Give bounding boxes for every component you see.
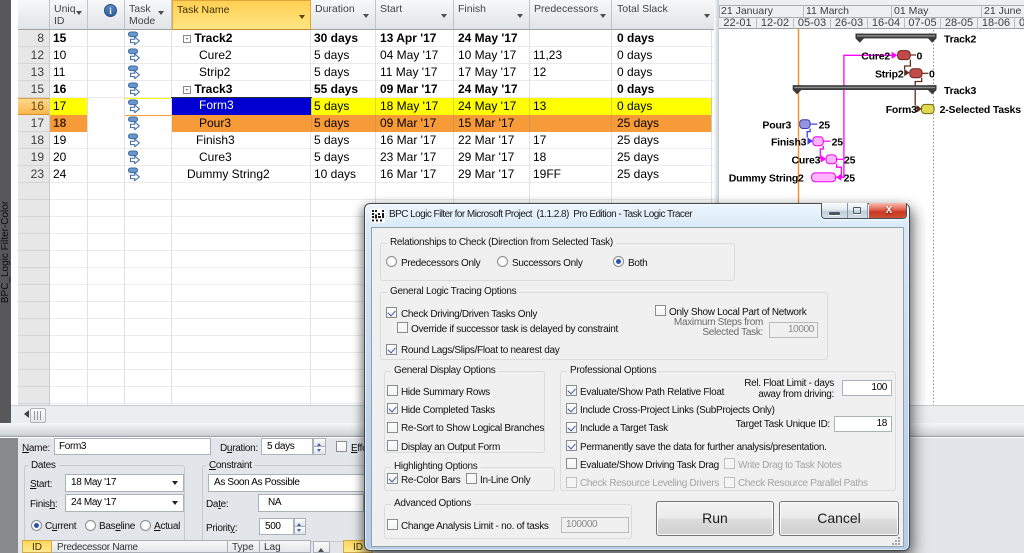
svg-text:Cure2: Cure2 <box>861 50 890 62</box>
svg-text:25: 25 <box>844 173 856 185</box>
svg-text:Track3: Track3 <box>944 85 976 97</box>
svg-text:Form3: Form3 <box>886 104 917 116</box>
svg-text:0: 0 <box>929 69 935 81</box>
svg-text:Finish3: Finish3 <box>771 137 807 149</box>
svg-text:Cure3: Cure3 <box>792 155 821 167</box>
svg-text:Track2: Track2 <box>944 34 976 46</box>
svg-text:25: 25 <box>844 155 856 167</box>
svg-text:25: 25 <box>819 119 831 131</box>
svg-text:Pour3: Pour3 <box>762 119 791 131</box>
svg-text:Strip2: Strip2 <box>875 69 904 81</box>
svg-text:Dummy String2: Dummy String2 <box>729 173 804 185</box>
svg-text:0: 0 <box>917 50 923 62</box>
svg-text:2-Selected Tasks: 2-Selected Tasks <box>940 104 1022 116</box>
svg-text:25: 25 <box>832 137 844 149</box>
